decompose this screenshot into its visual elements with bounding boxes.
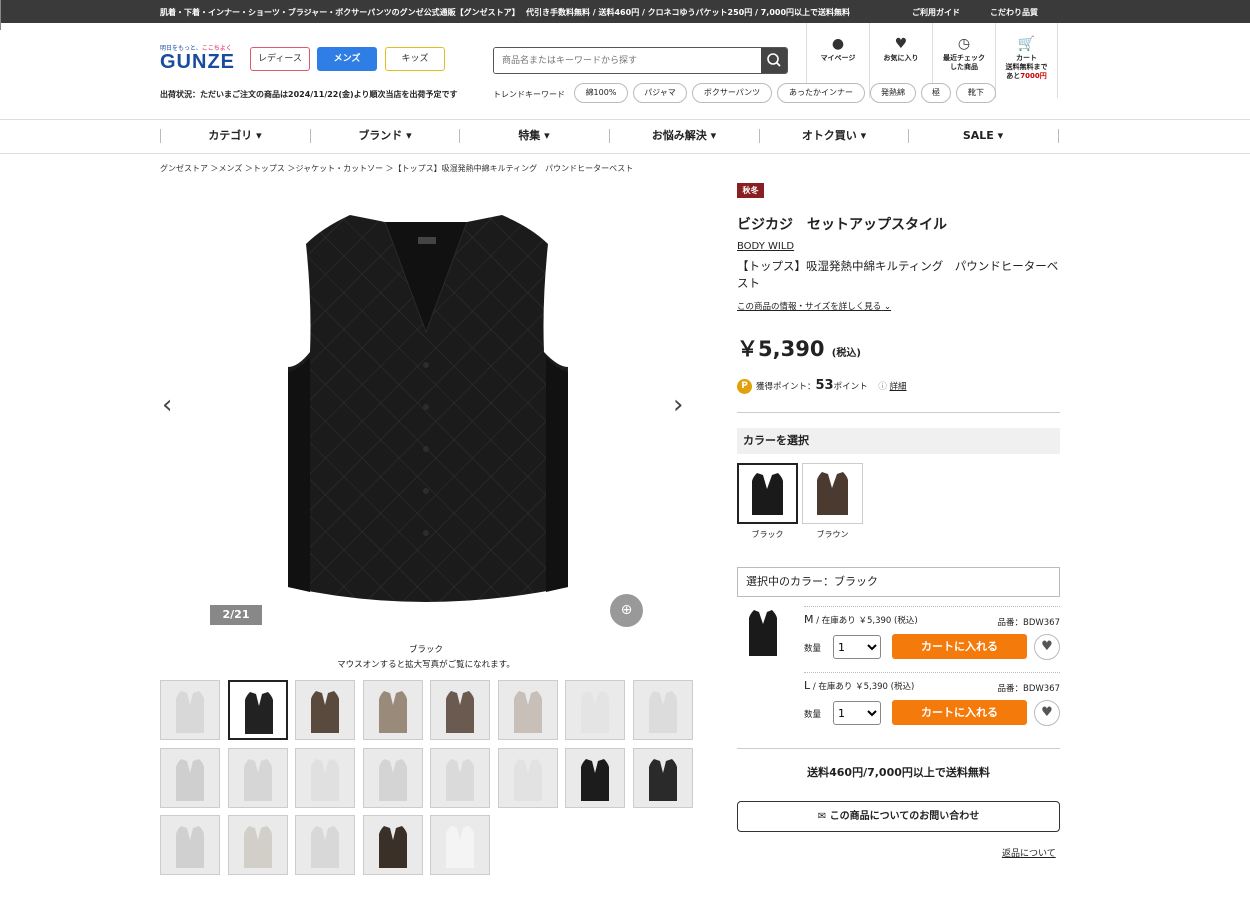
trend-chip[interactable]: あったかインナー <box>777 83 865 103</box>
search-icon <box>767 53 781 67</box>
color-label-black: ブラック <box>751 530 784 539</box>
search-button[interactable] <box>761 48 787 73</box>
gallery-thumbnail[interactable] <box>160 815 220 875</box>
nav-deals[interactable]: オトク買い ▾ <box>759 120 909 153</box>
gallery-thumbnail[interactable] <box>295 747 355 808</box>
gallery-thumbnail[interactable] <box>362 747 423 808</box>
top-tagline: 肌着・下着・インナー・ショーツ・ブラジャー・ボクサーパンツのグンゼ公式通販【グン… <box>160 8 520 17</box>
gallery-thumbnail[interactable] <box>632 747 693 808</box>
trend-chip[interactable]: ボクサーパンツ <box>692 83 772 103</box>
season-badge: 秋冬 <box>737 183 764 198</box>
gallery-thumbnail[interactable] <box>430 815 490 875</box>
nav-brand[interactable]: ブランド ▾ <box>310 120 460 153</box>
quantity-select-l[interactable]: 1 <box>833 701 881 725</box>
product-price: ￥5,390 (税込) <box>737 337 861 361</box>
category-kids-button[interactable]: キッズ <box>385 47 445 71</box>
zoom-button[interactable]: ⊕ <box>610 594 643 627</box>
quality-link[interactable]: こだわり品質 <box>990 7 1038 18</box>
prev-image-button[interactable]: ‹ <box>162 390 172 420</box>
points-info: P 獲得ポイント：53ポイント ⓘ 詳細 <box>737 378 907 394</box>
category-ladies-button[interactable]: レディース <box>250 47 310 71</box>
site-header: 明日をもっと、ここちよく GUNZE レディース メンズ キッズ ● マイページ… <box>0 23 1250 120</box>
breadcrumb[interactable]: グンゼストア ＞メンズ ＞トップス ＞ジャケット・カットソー ＞【トップス】吸湿… <box>160 163 633 174</box>
color-label-brown: ブラウン <box>816 530 849 539</box>
search-box <box>493 47 788 74</box>
global-nav: カテゴリ ▾ ブランド ▾ 特集 ▾ お悩み解決 ▾ オトク買い ▾ SALE … <box>0 120 1250 154</box>
size-row-m: M / 在庫あり ￥5,390 (税込) 品番：BDW367 数量 1 カートに… <box>804 606 1060 668</box>
trend-label: トレンドキーワード <box>493 90 565 99</box>
chevron-down-icon: ⌄ <box>883 302 892 312</box>
shipping-status: 出荷状況：ただいまご注文の商品は2024/11/22(金)より順次当店を出荷予定… <box>160 90 458 99</box>
selected-color-thumbnail <box>742 608 784 658</box>
free-shipping-note: 送料460円/7,000円以上で送料無料 <box>807 766 990 779</box>
gunze-logo[interactable]: 明日をもっと、ここちよく GUNZE <box>160 43 235 72</box>
clock-icon: ◷ <box>957 36 971 52</box>
add-to-cart-button-l[interactable]: カートに入れる <box>892 700 1027 725</box>
gallery-thumbnail[interactable] <box>565 747 625 808</box>
image-hover-caption: マウスオンすると拡大写真がご覧になれます。 <box>337 660 515 670</box>
gallery-thumbnail[interactable] <box>160 680 220 740</box>
search-input[interactable] <box>494 48 762 73</box>
gallery-thumbnail[interactable] <box>430 680 490 740</box>
guide-link[interactable]: ご利用ガイド <box>912 7 960 18</box>
gallery-thumbnail[interactable] <box>497 680 558 740</box>
trend-chip[interactable]: 綿100% <box>574 83 628 103</box>
heart-icon: ♥ <box>1041 639 1053 654</box>
size-row-l: L / 在庫あり ￥5,390 (税込) 品番：BDW367 数量 1 カートに… <box>804 672 1060 734</box>
nav-category[interactable]: カテゴリ ▾ <box>160 120 310 153</box>
user-icon: ● <box>831 36 845 52</box>
favorite-button-l[interactable]: ♥ <box>1034 700 1060 726</box>
nav-problems[interactable]: お悩み解決 ▾ <box>609 120 759 153</box>
gallery-thumbnail[interactable] <box>295 815 355 875</box>
top-promo: 代引き手数料無料 / 送料460円 / クロネコゆうパケット250円 / 7,0… <box>526 8 851 17</box>
inquiry-button[interactable]: ✉ この商品についてのお問い合わせ <box>737 801 1060 832</box>
product-name: 【トップス】吸湿発熱中綿キルティング パウンドヒーターベスト <box>737 259 1059 290</box>
category-mens-button[interactable]: メンズ <box>317 47 377 71</box>
style-title: ビジカジ セットアップスタイル <box>737 217 947 233</box>
top-bar: 肌着・下着・インナー・ショーツ・ブラジャー・ボクサーパンツのグンゼ公式通販【グン… <box>0 0 1250 30</box>
points-detail-link[interactable]: 詳細 <box>890 382 907 392</box>
trend-chip[interactable]: 極 <box>921 83 951 103</box>
heart-icon: ♥ <box>1041 705 1053 720</box>
image-counter: 2/21 <box>210 605 262 625</box>
favorite-button-m[interactable]: ♥ <box>1034 634 1060 660</box>
gallery-thumbnail[interactable] <box>160 747 220 808</box>
vest-image <box>288 215 568 602</box>
heart-icon: ♥ <box>894 36 908 52</box>
selected-color: 選択中のカラー：ブラック <box>737 567 1060 597</box>
gallery-thumbnail[interactable] <box>565 680 625 740</box>
gallery-thumbnail[interactable] <box>227 747 288 808</box>
mail-icon: ✉ <box>817 811 827 822</box>
gallery-thumbnail[interactable] <box>227 680 288 740</box>
color-select-heading: カラーを選択 <box>737 428 1060 454</box>
gallery-thumbnail[interactable] <box>295 680 355 740</box>
gallery-thumbnail[interactable] <box>227 815 288 875</box>
gallery-thumbnail[interactable] <box>632 680 693 740</box>
gallery-thumbnail[interactable] <box>362 680 423 740</box>
add-to-cart-button-m[interactable]: カートに入れる <box>892 634 1027 659</box>
trend-chip[interactable]: 靴下 <box>956 83 996 103</box>
nav-sale[interactable]: SALE ▾ <box>908 120 1058 153</box>
zoom-icon: ⊕ <box>620 602 633 618</box>
main-product-image[interactable] <box>160 182 692 634</box>
gallery-thumbnail[interactable] <box>430 747 490 808</box>
quantity-select-m[interactable]: 1 <box>833 635 881 659</box>
color-swatch-black[interactable] <box>737 463 798 524</box>
points-icon: P <box>737 379 752 394</box>
color-swatch-brown[interactable] <box>802 463 863 524</box>
brand-link[interactable]: BODY WILD <box>737 241 794 252</box>
returns-link[interactable]: 返品について <box>1002 846 1056 859</box>
trend-chip[interactable]: 発熱綿 <box>870 83 916 103</box>
gallery-thumbnail[interactable] <box>497 747 558 808</box>
gallery-thumbnail[interactable] <box>362 815 423 875</box>
product-info-link[interactable]: この商品の情報・サイズを詳しく見る ⌄ <box>737 300 891 312</box>
nav-feature[interactable]: 特集 ▾ <box>459 120 609 153</box>
cart-icon: 🛒 <box>1017 36 1036 52</box>
next-image-button[interactable]: › <box>673 390 683 420</box>
image-color-caption: ブラック <box>408 645 443 655</box>
trend-chip[interactable]: パジャマ <box>633 83 687 103</box>
cart-button[interactable]: 🛒 カート 送料無料まで あと7000円 <box>995 23 1058 98</box>
help-icon: ⓘ <box>878 382 887 392</box>
